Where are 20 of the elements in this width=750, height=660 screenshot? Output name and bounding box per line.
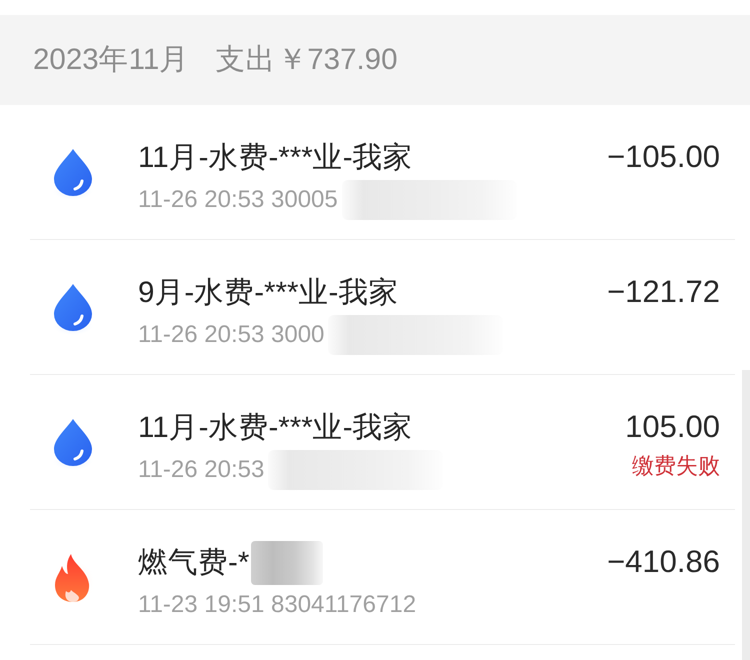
expense-total: ￥737.90 [277,42,398,78]
bill-row[interactable]: 燃气费-* 11-23 19:51 83041176712 −410.86 [30,510,735,645]
bill-amount: 105.00 [625,408,720,446]
bill-amount: −105.00 [607,138,720,176]
bill-title: 9月-水费-***业-我家 [138,275,398,311]
bill-row[interactable]: 11月-水费-***业-我家 11-26 20:53 30005 −105.00 [30,105,735,240]
bill-title: 11月-水费-***业-我家 [138,410,413,446]
bill-time-and-account: 11-26 20:53 3000 [138,320,324,350]
bill-title: 燃气费-* [138,545,250,581]
bill-row[interactable]: 9月-水费-***业-我家 11-26 20:53 3000 −121.72 [30,240,735,375]
bill-time-and-account: 11-23 19:51 83041176712 [138,590,416,620]
bill-title: 11月-水费-***业-我家 [138,140,413,176]
payment-status: 缴费失败 [632,452,720,480]
expense-label: 支出 [215,42,276,78]
bill-amount: −410.86 [607,543,720,581]
bill-amount: −121.72 [607,273,720,311]
bill-row[interactable]: 11月-水费-***业-我家 11-26 20:53 105.00 缴费失败 [30,375,735,510]
bill-time-and-account: 11-26 20:53 30005 [138,185,338,215]
bill-time-and-account: 11-26 20:53 [138,455,264,485]
month-label: 2023年11月 [33,42,190,78]
